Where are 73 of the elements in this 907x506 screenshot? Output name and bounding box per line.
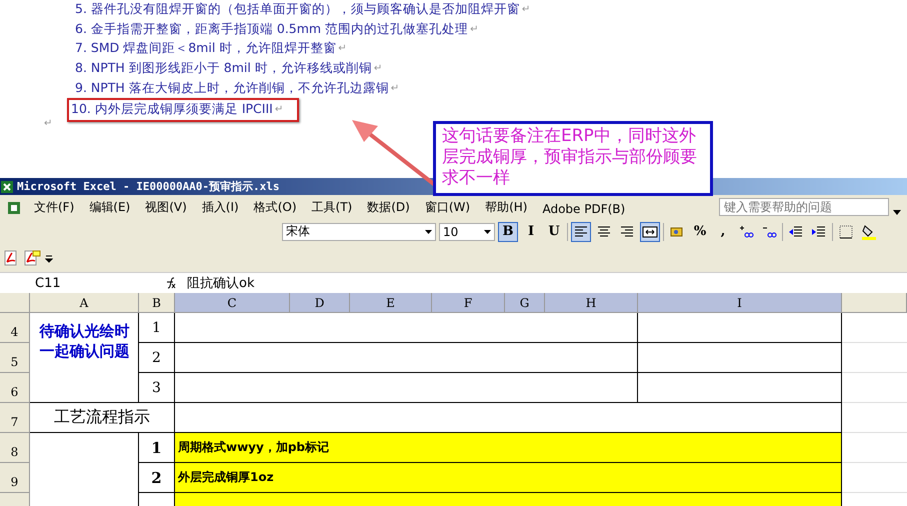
column-header[interactable]: B — [139, 293, 175, 313]
menu-item[interactable]: Adobe PDF(B) — [536, 202, 634, 216]
menu-item[interactable]: 格式(O) — [248, 199, 306, 216]
dropdown-icon[interactable] — [893, 210, 901, 216]
table-cell: 3 — [139, 373, 175, 403]
document-icon[interactable] — [6, 200, 22, 216]
column-header[interactable]: G — [505, 293, 545, 313]
window-title: Microsoft Excel - IE00000AA0-预审指示.xls — [17, 179, 280, 194]
table-cell: 2 — [139, 343, 175, 373]
align-left-icon[interactable] — [573, 224, 589, 240]
menu-item[interactable]: 编辑(E) — [83, 199, 140, 216]
list-item: 6. 金手指需开整窗，距离手指顶端 0.5mm 范围内的过孔做塞孔处理 — [75, 20, 468, 38]
column-header[interactable]: E — [350, 293, 432, 313]
outdent-icon[interactable] — [788, 224, 804, 240]
row-header[interactable]: 6 — [0, 373, 30, 403]
increase-decimal-icon[interactable] — [738, 224, 754, 240]
borders-icon[interactable] — [838, 224, 854, 240]
column-header[interactable]: F — [432, 293, 505, 313]
paragraph-mark: ↵ — [390, 82, 400, 94]
format-button[interactable]: B — [498, 222, 518, 242]
paragraph-mark: ↵ — [338, 43, 347, 54]
paint-bucket-icon[interactable] — [861, 224, 877, 240]
formula-field[interactable]: 阻抗确认ok — [187, 274, 907, 292]
caret-icon — [484, 230, 491, 234]
row-header[interactable]: 4 — [0, 313, 30, 343]
paragraph-mark: ↵ — [522, 4, 530, 16]
list-item: 10. 内外层完成铜厚须要满足 IPCIII — [71, 101, 273, 118]
align-center-icon[interactable] — [596, 224, 612, 240]
excel-icon — [0, 180, 14, 194]
menu-item[interactable]: 数据(D) — [361, 199, 419, 216]
column-header[interactable]: H — [545, 293, 638, 313]
row-header[interactable]: 7 — [0, 403, 30, 433]
format-button[interactable]: % — [690, 222, 710, 242]
pdf-icon[interactable] — [3, 250, 19, 266]
format-button[interactable]: U — [544, 222, 564, 242]
font-size-dropdown[interactable]: 10 — [439, 222, 495, 240]
menu-item[interactable]: 窗口(W) — [418, 199, 480, 216]
indent-icon[interactable] — [811, 224, 827, 240]
table-cell: 外层完成铜厚1oz — [175, 463, 842, 493]
help-search-field[interactable]: 键入需要帮助的问题 — [719, 198, 889, 216]
menu-item[interactable]: 文件(F) — [28, 199, 84, 216]
pdf-comment-icon[interactable] — [23, 250, 41, 266]
name-box[interactable]: C11 — [0, 274, 115, 292]
menu-item[interactable]: 工具(T) — [306, 199, 362, 216]
font-dropdown[interactable]: 宋体 — [282, 222, 436, 240]
align-right-icon[interactable] — [619, 224, 635, 240]
annotation-callout: 这句话要备注在ERP中，同时这外层完成铜厚，预审指示与部份顾要求不一样 — [433, 121, 713, 196]
table-cell: 工艺流程指示 — [30, 403, 175, 433]
paragraph-mark: ↵ — [44, 118, 52, 129]
paragraph-mark: ↵ — [374, 63, 382, 74]
menu-item[interactable]: 插入(I) — [196, 199, 248, 216]
list-item: 8. NPTH 到图形线距小于 8mil 时，允许移线或削铜 — [75, 60, 372, 78]
format-button[interactable]: I — [521, 222, 541, 242]
row-header[interactable]: 9 — [0, 463, 30, 493]
column-header[interactable]: C — [175, 293, 290, 313]
menu-item[interactable]: 视图(V) — [139, 199, 196, 216]
table-cell: 1 — [139, 313, 175, 343]
table-cell: 周期格式wwyy，加pb标记 — [175, 433, 842, 463]
list-item: 9. NPTH 落在大铜皮上时，允许削铜，不允许孔边露铜 — [75, 80, 389, 97]
row-header[interactable]: 8 — [0, 433, 30, 463]
column-header[interactable]: A — [30, 293, 139, 313]
paragraph-mark: ↵ — [274, 104, 284, 116]
merge-cells-icon[interactable] — [642, 224, 658, 240]
list-item: 5. 器件孔没有阻焊开窗的（包括单面开窗的），须与顾客确认是否加阻焊开窗 — [75, 1, 520, 18]
caret-icon — [425, 230, 432, 234]
menu-item[interactable]: 帮助(H) — [479, 199, 536, 216]
function-icon — [165, 277, 177, 289]
format-button[interactable]: , — [713, 222, 733, 242]
column-header[interactable]: I — [638, 293, 842, 313]
list-item: 7. SMD 焊盘间距＜8mil 时，允许阻焊开整窗 — [75, 40, 336, 58]
paragraph-mark: ↵ — [470, 24, 478, 35]
row-header[interactable]: 5 — [0, 343, 30, 373]
column-header[interactable]: D — [290, 293, 350, 313]
